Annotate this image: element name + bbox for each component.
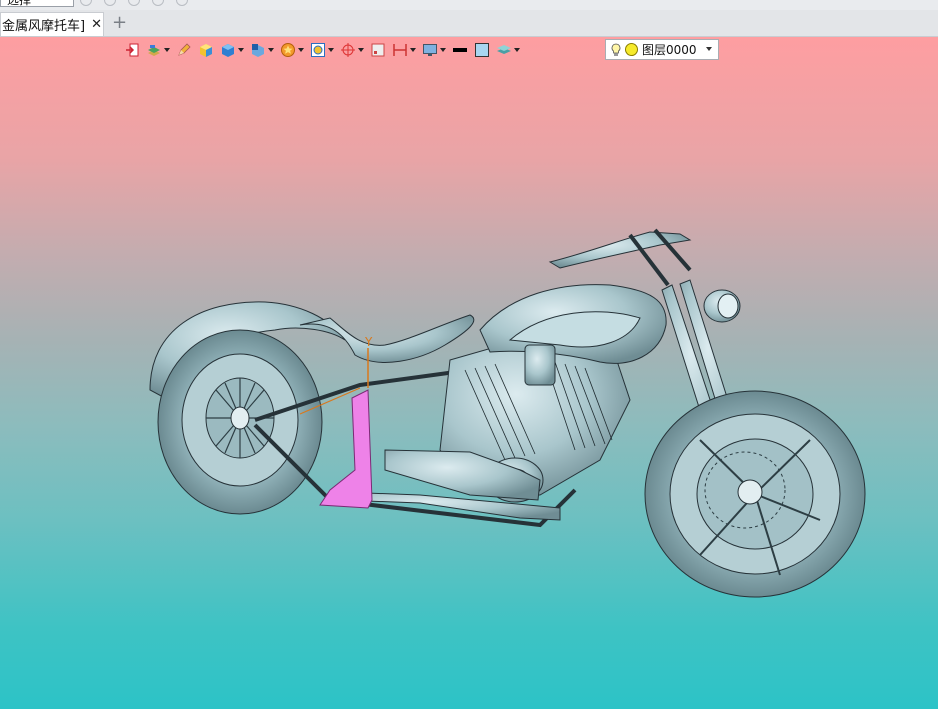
tab-metal-motorcycle[interactable]: 金属风摩托车] ✕	[0, 12, 104, 36]
tab-label: 金属风摩托车]	[2, 19, 86, 34]
top-toolbar-icons	[80, 0, 188, 8]
motorcycle-model[interactable]: Y	[0, 37, 938, 709]
close-icon[interactable]: ✕	[91, 17, 102, 32]
tool-icon[interactable]	[152, 0, 164, 6]
selection-filter-field[interactable]: 选择	[0, 0, 74, 7]
3d-viewport[interactable]: 图层0000 Y	[0, 37, 938, 709]
top-toolbar-strip: 选择	[0, 0, 938, 10]
tool-icon[interactable]	[128, 0, 140, 6]
tool-icon[interactable]	[176, 0, 188, 6]
tool-icon[interactable]	[104, 0, 116, 6]
document-tab-strip: 金属风摩托车] ✕ +	[0, 10, 938, 37]
selected-part-highlight[interactable]	[319, 389, 373, 509]
axis-y-label: Y	[364, 335, 373, 349]
tool-icon[interactable]	[80, 0, 92, 6]
new-tab-button[interactable]: +	[112, 13, 127, 33]
motorcycle-body	[149, 228, 866, 598]
